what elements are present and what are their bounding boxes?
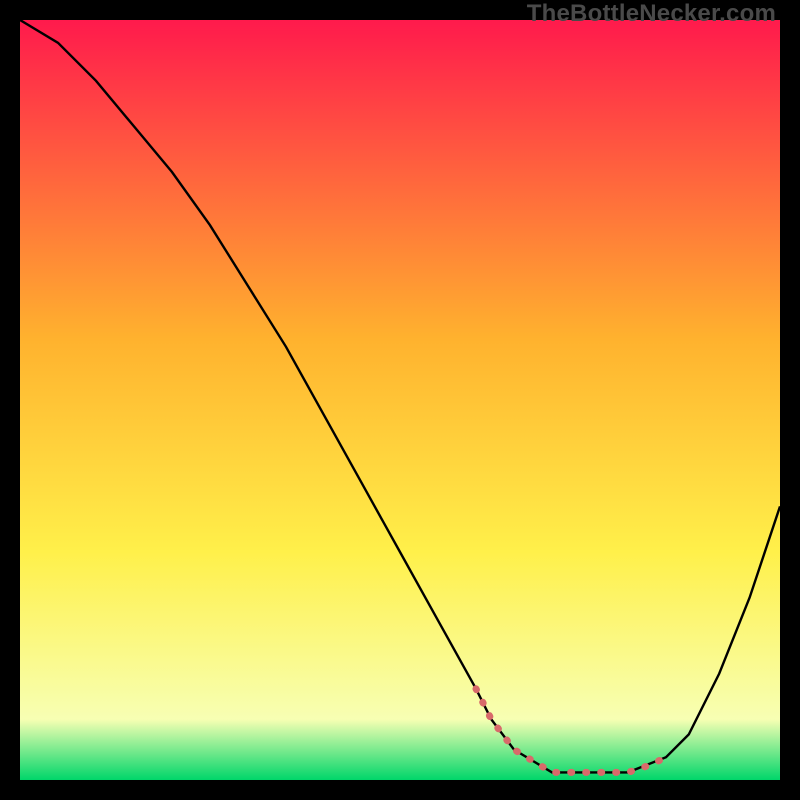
bottleneck-chart bbox=[20, 20, 780, 780]
watermark-text: TheBottleNecker.com bbox=[527, 0, 776, 28]
gradient-background bbox=[20, 20, 780, 780]
chart-frame bbox=[20, 20, 780, 780]
